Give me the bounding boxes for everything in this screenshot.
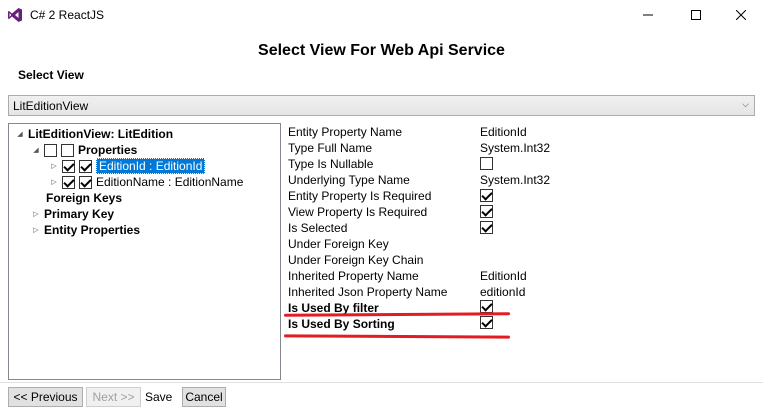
footer-divider bbox=[0, 382, 763, 383]
collapsed-arrow-icon[interactable]: ▷ bbox=[31, 210, 41, 218]
tree-entity-properties[interactable]: ▷ Entity Properties bbox=[31, 222, 140, 238]
entity-tree[interactable]: ◢ LitEditionView: LitEdition ◢ Propertie… bbox=[8, 123, 281, 380]
is-used-by-filter-checkbox[interactable] bbox=[480, 300, 493, 313]
previous-button[interactable]: << Previous bbox=[8, 387, 83, 407]
tree-entity-properties-label: Entity Properties bbox=[44, 223, 141, 237]
tree-primary-key[interactable]: ▷ Primary Key bbox=[31, 206, 114, 222]
select-view-label: Select View bbox=[18, 68, 84, 82]
tree-item-label: EditionId : EditionId bbox=[96, 158, 206, 174]
expanded-arrow-icon[interactable]: ◢ bbox=[31, 146, 41, 154]
is-used-by-sorting-label: Is Used By Sorting bbox=[288, 317, 395, 331]
view-property-required-label: View Property Is Required bbox=[288, 205, 428, 219]
maximize-button[interactable] bbox=[673, 0, 719, 30]
maximize-icon bbox=[691, 10, 701, 20]
type-is-nullable-label: Type Is Nullable bbox=[288, 157, 374, 171]
inherited-property-name-value: EditionId bbox=[480, 269, 527, 283]
properties-checkbox-2[interactable] bbox=[61, 143, 74, 157]
item-checkbox-1[interactable] bbox=[62, 159, 75, 173]
tree-root-label: LitEditionView: LitEdition bbox=[28, 127, 174, 141]
cancel-button[interactable]: Cancel bbox=[182, 387, 226, 407]
is-used-by-sorting-checkbox[interactable] bbox=[480, 316, 493, 329]
entity-property-required-checkbox[interactable] bbox=[480, 189, 493, 202]
close-button[interactable] bbox=[718, 0, 763, 30]
underlying-type-name-value: System.Int32 bbox=[480, 173, 551, 187]
inherited-property-name-label: Inherited Property Name bbox=[288, 269, 419, 283]
type-is-nullable-checkbox[interactable] bbox=[480, 157, 493, 170]
close-icon bbox=[736, 10, 746, 20]
underlying-type-name-label: Underlying Type Name bbox=[288, 173, 410, 187]
is-selected-checkbox[interactable] bbox=[480, 221, 493, 234]
tree-foreign-keys-label: Foreign Keys bbox=[46, 191, 123, 205]
visual-studio-icon bbox=[8, 8, 22, 22]
type-full-name-value: System.Int32 bbox=[480, 141, 551, 155]
item-checkbox-2[interactable] bbox=[79, 175, 92, 189]
tree-item-editionid[interactable]: ▷ EditionId : EditionId bbox=[49, 158, 206, 174]
page-title: Select View For Web Api Service bbox=[258, 42, 505, 59]
minimize-icon bbox=[643, 14, 653, 16]
item-checkbox-1[interactable] bbox=[62, 175, 75, 189]
tree-properties-label: Properties bbox=[78, 143, 138, 157]
under-foreign-key-chain-label: Under Foreign Key Chain bbox=[288, 253, 424, 267]
collapsed-arrow-icon[interactable]: ▷ bbox=[49, 162, 59, 170]
tree-properties-node[interactable]: ◢ Properties bbox=[31, 142, 137, 158]
view-select-value: LitEditionView bbox=[13, 99, 89, 113]
highlight-underline bbox=[283, 334, 511, 339]
entity-property-required-label: Entity Property Is Required bbox=[288, 189, 432, 203]
save-button[interactable]: Save bbox=[145, 390, 172, 404]
expanded-arrow-icon[interactable]: ◢ bbox=[15, 130, 25, 138]
collapsed-arrow-icon[interactable]: ▷ bbox=[31, 226, 41, 234]
tree-foreign-keys[interactable]: Foreign Keys bbox=[46, 190, 122, 206]
properties-checkbox-1[interactable] bbox=[44, 143, 57, 157]
tree-primary-key-label: Primary Key bbox=[44, 207, 115, 221]
entity-property-name-label: Entity Property Name bbox=[288, 125, 403, 139]
under-foreign-key-label: Under Foreign Key bbox=[288, 237, 389, 251]
type-full-name-label: Type Full Name bbox=[288, 141, 373, 155]
item-checkbox-2[interactable] bbox=[79, 159, 92, 173]
tree-item-editionname[interactable]: ▷ EditionName : EditionName bbox=[49, 174, 243, 190]
is-selected-label: Is Selected bbox=[288, 221, 348, 235]
minimize-button[interactable] bbox=[625, 0, 671, 30]
collapsed-arrow-icon[interactable]: ▷ bbox=[49, 178, 59, 186]
tree-item-label: EditionName : EditionName bbox=[96, 175, 244, 189]
view-select-dropdown[interactable]: LitEditionView ⌵ bbox=[8, 95, 755, 116]
inherited-json-property-name-value: editionId bbox=[480, 285, 526, 299]
view-property-required-checkbox[interactable] bbox=[480, 205, 493, 218]
chevron-down-icon: ⌵ bbox=[742, 99, 749, 109]
entity-property-name-value: EditionId bbox=[480, 125, 527, 139]
next-button[interactable]: Next >> bbox=[86, 387, 141, 407]
window-title: C# 2 ReactJS bbox=[30, 8, 105, 22]
title-bar: C# 2 ReactJS bbox=[0, 0, 763, 30]
inherited-json-property-name-label: Inherited Json Property Name bbox=[288, 285, 448, 299]
tree-root[interactable]: ◢ LitEditionView: LitEdition bbox=[15, 126, 173, 142]
